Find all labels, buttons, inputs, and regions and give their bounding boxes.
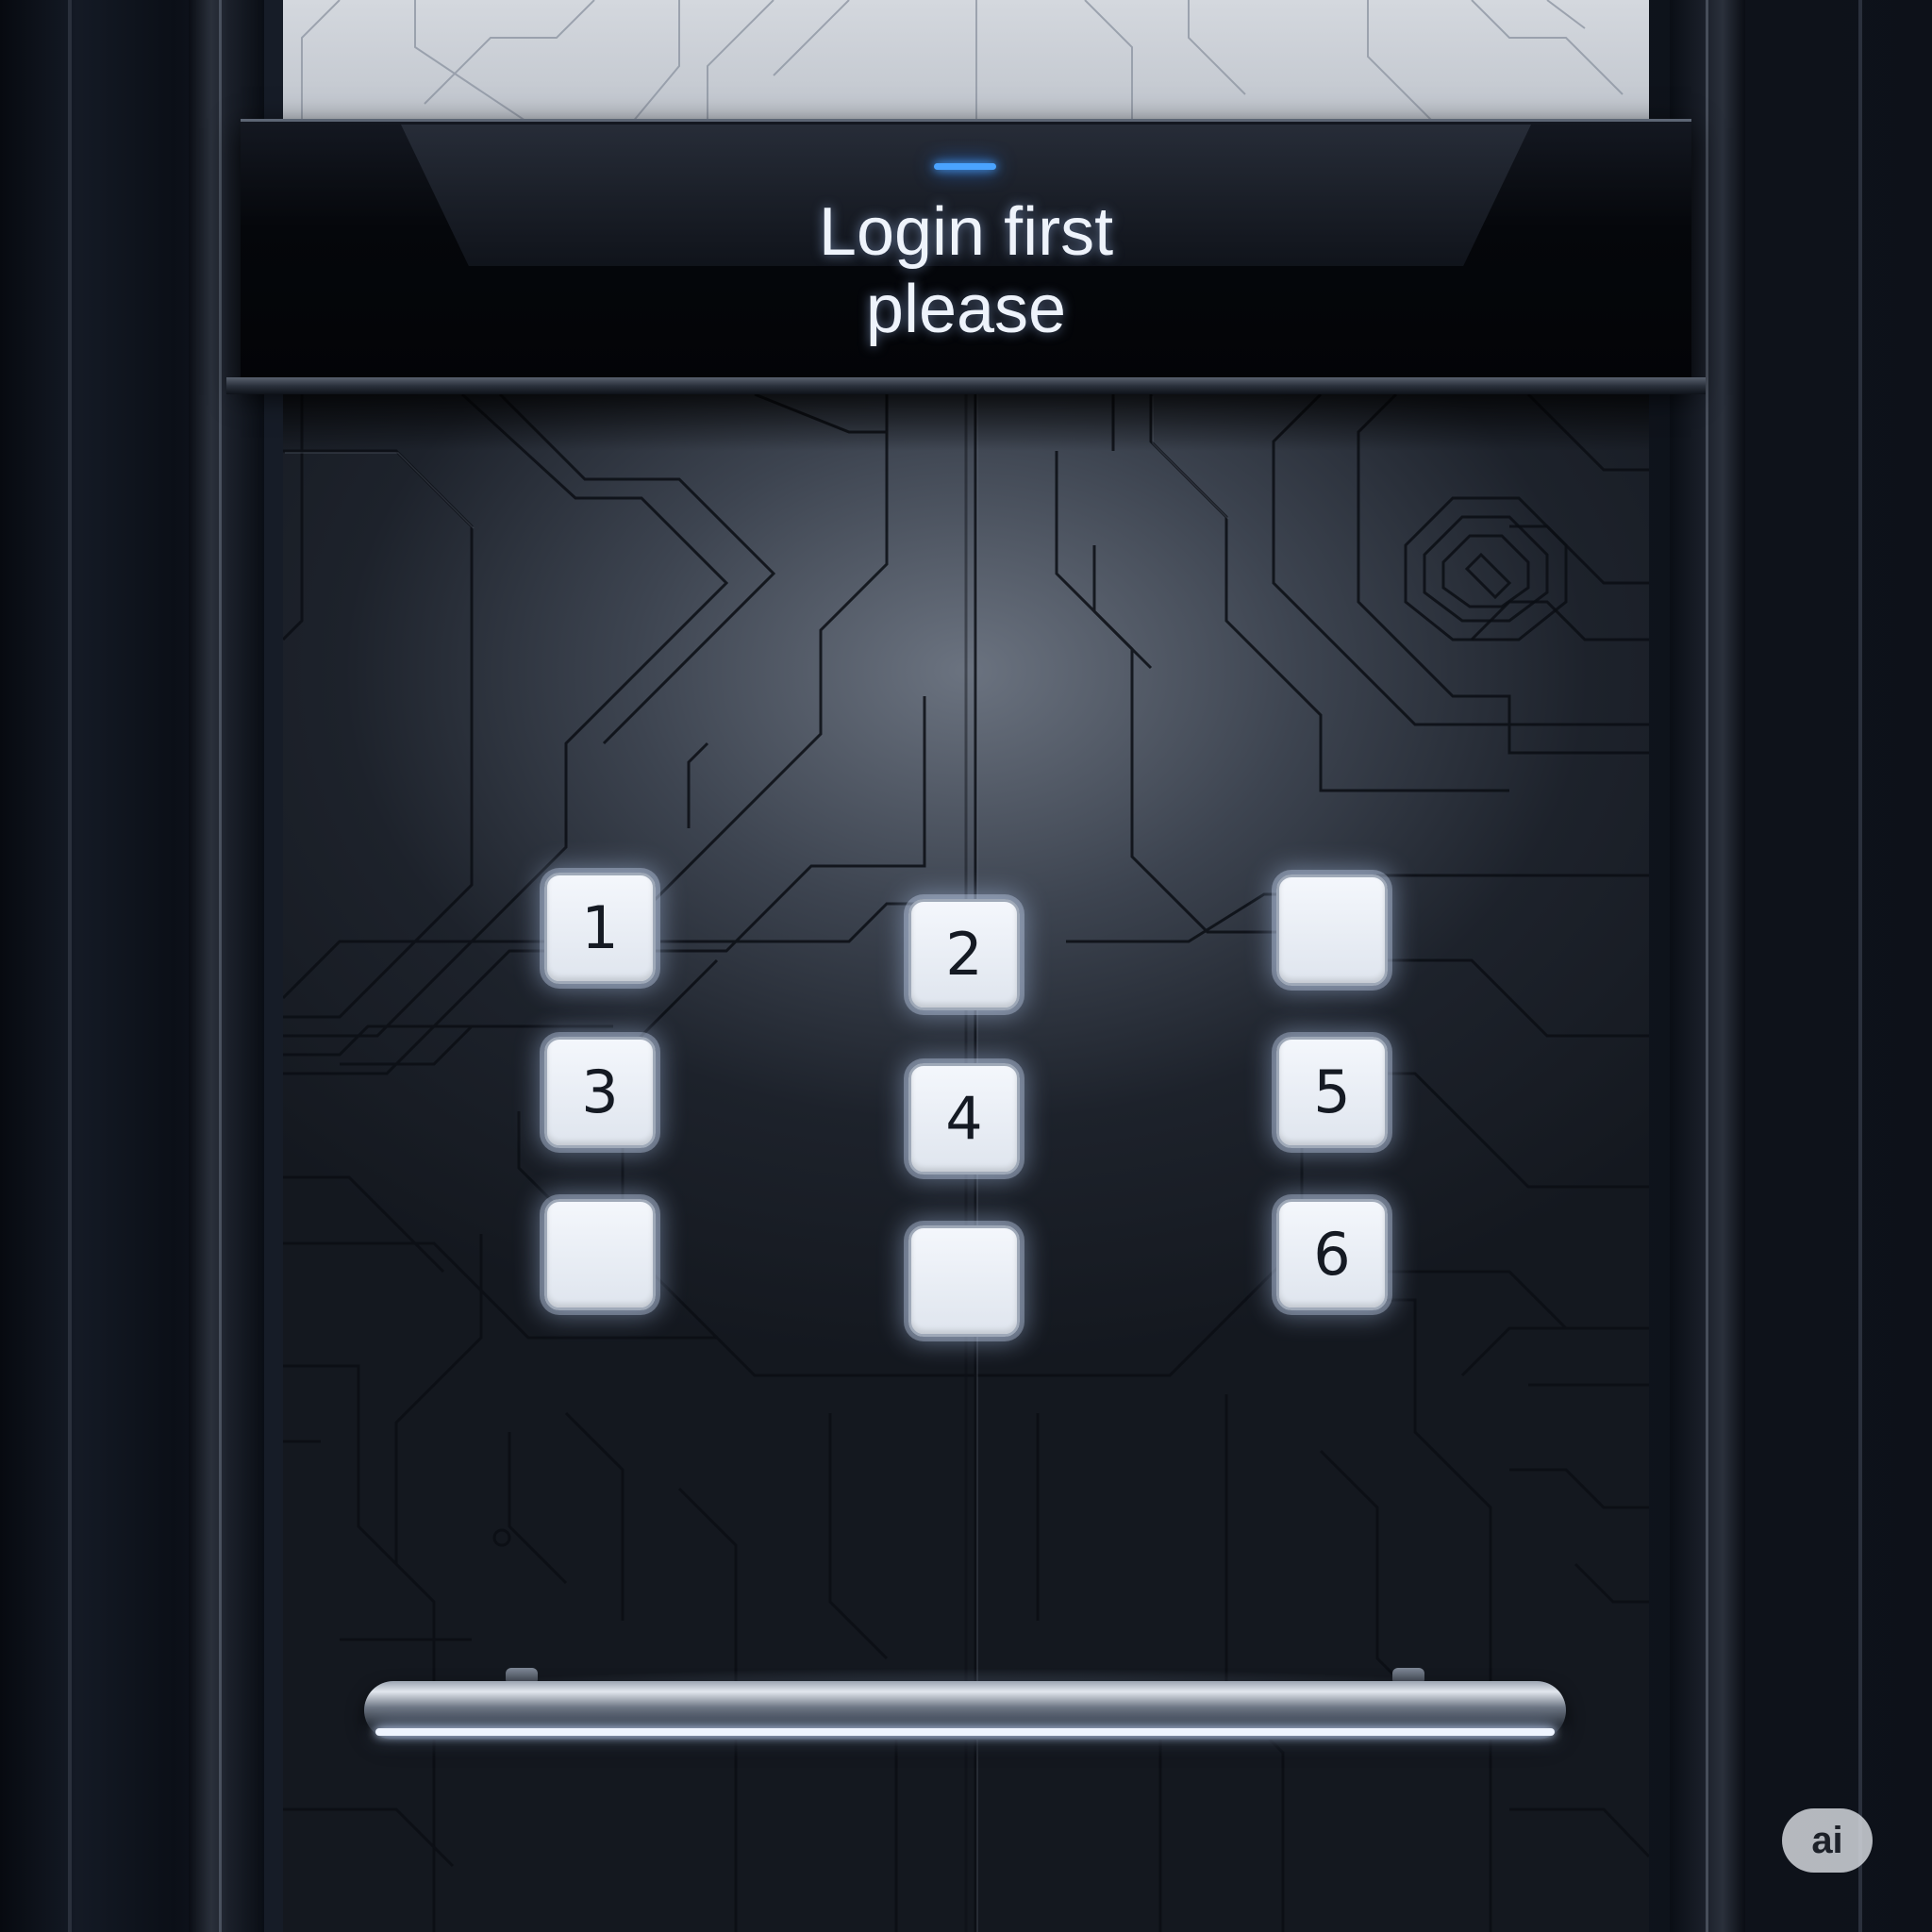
handle-light-strip xyxy=(375,1728,1555,1736)
keypad-button-label: 4 xyxy=(945,1084,983,1153)
ai-watermark-text: ai xyxy=(1811,1819,1843,1861)
elevator-scene: Login first please 1 2 3 4 5 6 ai xyxy=(0,0,1932,1932)
ai-watermark-badge: ai xyxy=(1782,1808,1873,1873)
keypad-button-6[interactable]: 6 xyxy=(1276,1199,1388,1310)
keypad-button-2[interactable]: 2 xyxy=(908,899,1020,1010)
display-message-line-1: Login first xyxy=(818,194,1114,270)
door-top-shadow xyxy=(283,394,1649,451)
keypad-button-label: 1 xyxy=(581,893,619,962)
keypad-button-blank-bottom-center[interactable] xyxy=(908,1225,1020,1337)
keypad-button-3[interactable]: 3 xyxy=(544,1037,656,1148)
frame-highlight-left xyxy=(219,0,222,1932)
wall-edge-right xyxy=(1858,0,1862,1932)
keypad-button-blank-bottom-left[interactable] xyxy=(544,1199,656,1310)
wall-edge-left xyxy=(68,0,72,1932)
keypad-button-label: 2 xyxy=(945,920,983,989)
status-led-indicator xyxy=(934,163,996,170)
display-message-line-2: please xyxy=(865,272,1067,347)
keypad-button-5[interactable]: 5 xyxy=(1276,1037,1388,1148)
display-message: Login first please xyxy=(730,193,1202,348)
keypad-button-4[interactable]: 4 xyxy=(908,1063,1020,1174)
display-rail xyxy=(226,377,1706,394)
frame-highlight-right xyxy=(1706,0,1708,1932)
keypad-button-label: 3 xyxy=(581,1058,619,1126)
keypad-button-1[interactable]: 1 xyxy=(544,873,656,984)
upper-panel xyxy=(283,0,1649,123)
keypad-button-blank-top-right[interactable] xyxy=(1276,874,1388,986)
upper-circuit-pattern xyxy=(301,0,1624,123)
keypad-button-label: 6 xyxy=(1313,1220,1351,1289)
keypad-button-label: 5 xyxy=(1313,1058,1351,1126)
